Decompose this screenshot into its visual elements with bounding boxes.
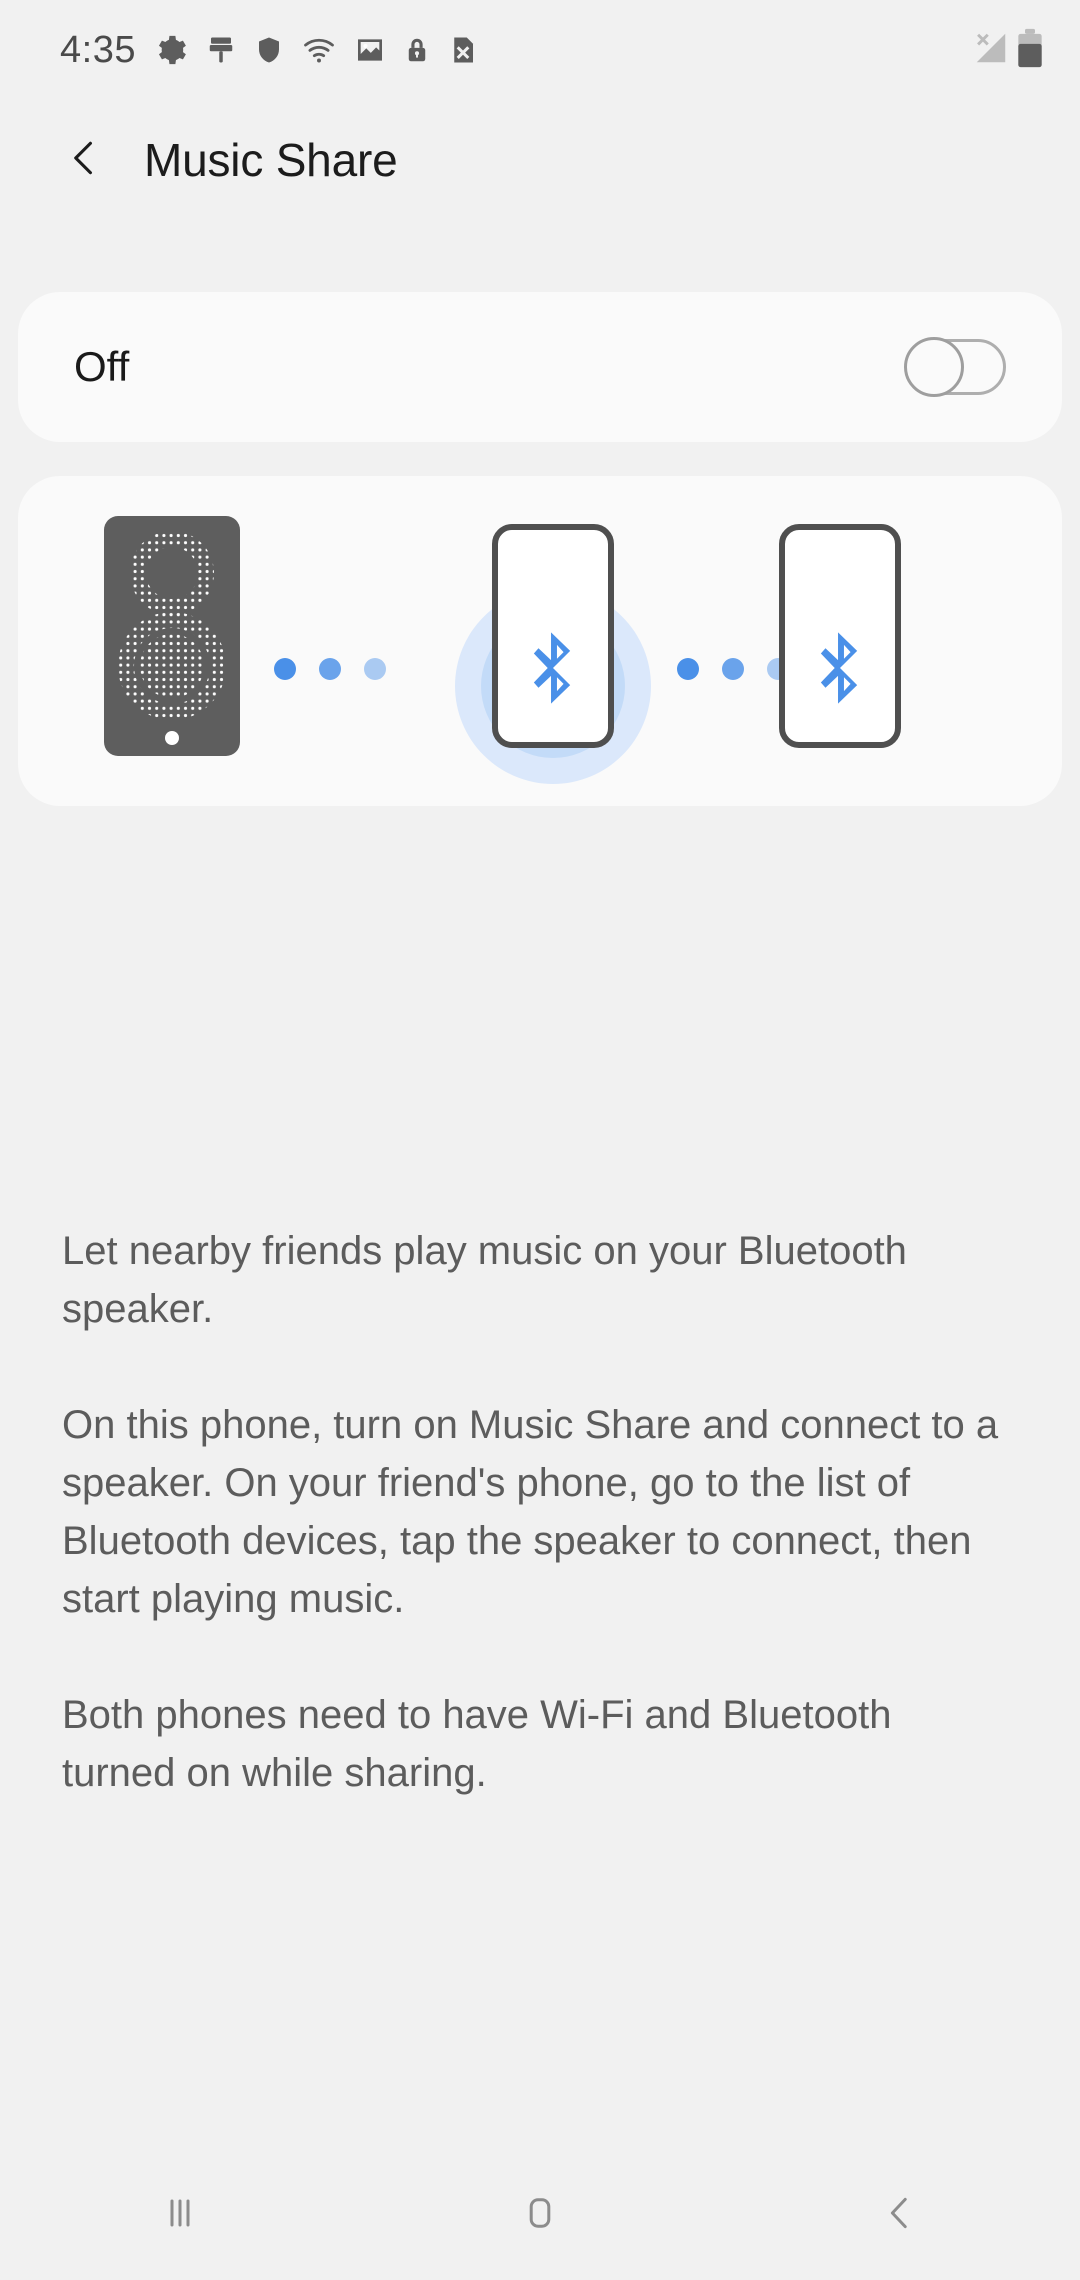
description-paragraph-1: Let nearby friends play music on your Bl… [62, 1229, 907, 1331]
music-share-toggle-card[interactable]: Off [18, 292, 1062, 442]
music-share-screen: 4:35 Music Share Off Let nearby friends … [0, 0, 1080, 2280]
lock-icon [404, 33, 430, 67]
page-title: Music Share [144, 134, 398, 186]
signal-dots-left [274, 658, 386, 680]
speaker-led [165, 731, 179, 745]
toggle-state-label: Off [74, 343, 130, 390]
nav-home-button[interactable] [360, 2150, 720, 2280]
description-paragraph-3: Both phones need to have Wi-Fi and Bluet… [62, 1693, 892, 1795]
music-share-illustration [18, 476, 1062, 806]
signal-dots-right [677, 658, 789, 680]
status-bar: 4:35 [0, 0, 1080, 100]
description-block: Let nearby friends play music on your Bl… [62, 1222, 1008, 1802]
chevron-left-icon [62, 136, 106, 185]
wifi-icon [302, 33, 336, 67]
shield-icon [254, 33, 284, 67]
nav-recents-button[interactable] [0, 2150, 360, 2280]
gear-icon [154, 33, 188, 67]
phone-right [779, 524, 901, 748]
no-signal-icon [972, 29, 1010, 72]
header-back-button[interactable] [52, 128, 116, 192]
toggle-knob [904, 337, 964, 397]
status-icon-group [154, 33, 478, 67]
chevron-left-icon [876, 2189, 924, 2242]
paintbrush-icon [206, 33, 236, 67]
music-share-toggle[interactable] [904, 337, 1006, 397]
sim-card-x-icon [448, 33, 478, 67]
app-header: Music Share [0, 100, 1080, 220]
system-navigation-bar [0, 2150, 1080, 2280]
recents-icon [156, 2189, 204, 2242]
description-paragraph-2: On this phone, turn on Music Share and c… [62, 1403, 999, 1621]
status-right-group [972, 28, 1044, 73]
phone-center [492, 524, 614, 748]
battery-icon [1016, 28, 1044, 73]
home-icon [516, 2189, 564, 2242]
status-clock: 4:35 [60, 28, 136, 71]
image-icon [354, 34, 386, 66]
nav-back-button[interactable] [720, 2150, 1080, 2280]
